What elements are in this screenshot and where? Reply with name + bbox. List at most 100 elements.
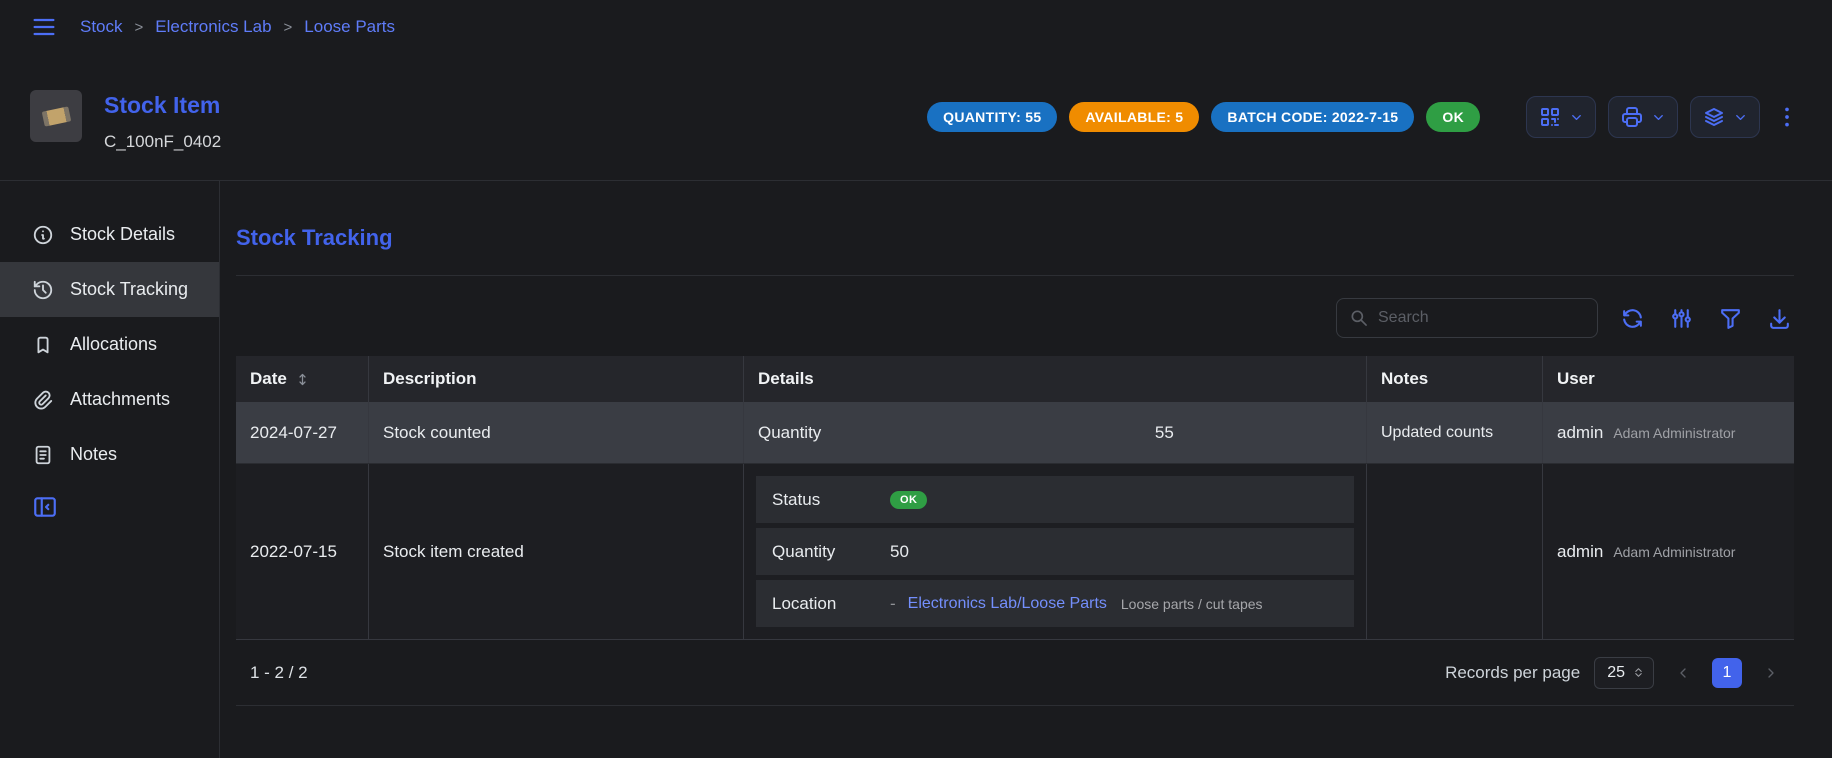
chevron-down-icon: [1569, 110, 1584, 125]
filter-button[interactable]: [1716, 304, 1745, 333]
cell-details: Quantity 55: [744, 402, 1367, 463]
table-toolbar: [236, 298, 1794, 338]
column-header-label: Description: [383, 369, 477, 389]
table-settings-button[interactable]: [1667, 304, 1696, 333]
page-body: Stock Details Stock Tracking Allocations…: [0, 181, 1832, 758]
column-header-description[interactable]: Description: [369, 356, 744, 402]
dash: -: [890, 594, 896, 614]
refresh-icon: [1620, 306, 1645, 331]
breadcrumb-link-loose-parts[interactable]: Loose Parts: [304, 17, 395, 37]
paperclip-icon: [32, 389, 54, 411]
search-box: [1336, 298, 1598, 338]
column-header-details[interactable]: Details: [744, 356, 1367, 402]
stock-actions-icon: [1702, 105, 1726, 129]
filter-icon: [1718, 306, 1743, 331]
cell-description: Stock counted: [369, 402, 744, 463]
page-1-button[interactable]: 1: [1712, 658, 1742, 688]
printer-icon: [1620, 105, 1644, 129]
capacitor-image: [41, 106, 71, 126]
column-header-notes[interactable]: Notes: [1367, 356, 1543, 402]
sidebar-item-stock-tracking[interactable]: Stock Tracking: [0, 262, 219, 317]
column-header-label: Date: [250, 369, 287, 389]
cell-user: admin Adam Administrator: [1543, 464, 1794, 639]
section-divider: [236, 275, 1794, 276]
status-badges: QUANTITY: 55 AVAILABLE: 5 BATCH CODE: 20…: [927, 102, 1480, 132]
table-row-stock-item-created[interactable]: 2022-07-15 Stock item created Status OK …: [236, 464, 1794, 640]
column-header-date[interactable]: Date: [236, 356, 369, 402]
prev-page-button[interactable]: [1668, 658, 1698, 688]
username: admin: [1557, 542, 1603, 562]
detail-value: 55: [948, 423, 1174, 443]
barcode-actions-button[interactable]: [1526, 96, 1596, 138]
available-badge: AVAILABLE: 5: [1069, 102, 1199, 132]
sidebar-item-stock-details[interactable]: Stock Details: [0, 207, 219, 262]
hamburger-menu-button[interactable]: [30, 13, 58, 41]
column-header-label: Details: [758, 369, 814, 389]
refresh-button[interactable]: [1618, 304, 1647, 333]
user-full-name: Adam Administrator: [1613, 425, 1735, 441]
table-row-stock-counted[interactable]: 2024-07-27 Stock counted Quantity 55 Upd…: [236, 402, 1794, 464]
batch-code-badge: BATCH CODE: 2022-7-15: [1211, 102, 1414, 132]
column-header-label: User: [1557, 369, 1595, 389]
sidebar-item-label: Notes: [70, 444, 117, 465]
sidebar-item-allocations[interactable]: Allocations: [0, 317, 219, 372]
download-button[interactable]: [1765, 304, 1794, 333]
info-icon: [32, 224, 54, 246]
breadcrumb: Stock > Electronics Lab > Loose Parts: [80, 17, 395, 37]
detail-key: Location: [772, 594, 890, 614]
column-header-label: Notes: [1381, 369, 1428, 389]
sidebar-collapse-button[interactable]: [32, 494, 58, 520]
history-icon: [32, 279, 54, 301]
search-input[interactable]: [1378, 309, 1585, 327]
sidebar: Stock Details Stock Tracking Allocations…: [0, 181, 220, 758]
print-actions-button[interactable]: [1608, 96, 1678, 138]
records-per-page-value: 25: [1607, 664, 1625, 682]
records-per-page-select[interactable]: 25: [1594, 657, 1654, 689]
stock-actions-button[interactable]: [1690, 96, 1760, 138]
section-title: Stock Tracking: [236, 225, 1794, 251]
quantity-badge: QUANTITY: 55: [927, 102, 1057, 132]
topbar: Stock > Electronics Lab > Loose Parts: [0, 0, 1832, 54]
detail-row-quantity: Quantity 50: [756, 528, 1354, 575]
title-block: Stock Item C_100nF_0402: [104, 90, 221, 152]
stock-item-thumbnail[interactable]: [30, 90, 82, 142]
sidebar-item-attachments[interactable]: Attachments: [0, 372, 219, 427]
breadcrumb-link-stock[interactable]: Stock: [80, 17, 123, 37]
table-header-row: Date Description Details Notes User: [236, 356, 1794, 402]
cell-description: Stock item created: [369, 464, 744, 639]
detail-row-status: Status OK: [756, 476, 1354, 523]
table-footer: 1 - 2 / 2 Records per page 25 1: [236, 640, 1794, 706]
username: admin: [1557, 423, 1603, 443]
sidebar-item-label: Allocations: [70, 334, 157, 355]
page-title: Stock Item: [104, 92, 221, 119]
notes-text: Updated counts: [1381, 424, 1493, 442]
breadcrumb-link-electronics-lab[interactable]: Electronics Lab: [155, 17, 271, 37]
sidebar-item-label: Stock Tracking: [70, 279, 188, 300]
sidebar-item-notes[interactable]: Notes: [0, 427, 219, 482]
main-panel: Stock Tracking: [220, 181, 1832, 758]
search-icon: [1349, 308, 1369, 328]
detail-row-location: Location - Electronics Lab/Loose Parts L…: [756, 580, 1354, 627]
cell-date: 2022-07-15: [236, 464, 369, 639]
sidebar-item-label: Attachments: [70, 389, 170, 410]
records-per-page-label: Records per page: [1445, 663, 1580, 683]
sidebar-item-label: Stock Details: [70, 224, 175, 245]
sort-icon[interactable]: [295, 372, 310, 387]
overflow-menu-button[interactable]: [1772, 100, 1802, 134]
adjustments-icon: [1669, 306, 1694, 331]
header-actions: [1526, 96, 1802, 138]
breadcrumb-separator: >: [284, 19, 293, 36]
part-name: C_100nF_0402: [104, 132, 221, 152]
select-spinner-icon: [1632, 666, 1645, 679]
location-description: Loose parts / cut tapes: [1121, 596, 1263, 612]
notes-icon: [32, 444, 54, 466]
detail-key: Status: [772, 490, 890, 510]
user-full-name: Adam Administrator: [1613, 544, 1735, 560]
sidebar-collapse-icon: [32, 494, 58, 520]
next-page-button[interactable]: [1756, 658, 1786, 688]
cell-date: 2024-07-27: [236, 402, 369, 463]
status-ok-badge: OK: [890, 491, 927, 509]
detail-key: Quantity: [758, 423, 948, 443]
location-link[interactable]: Electronics Lab/Loose Parts: [908, 595, 1107, 613]
column-header-user[interactable]: User: [1543, 356, 1794, 402]
